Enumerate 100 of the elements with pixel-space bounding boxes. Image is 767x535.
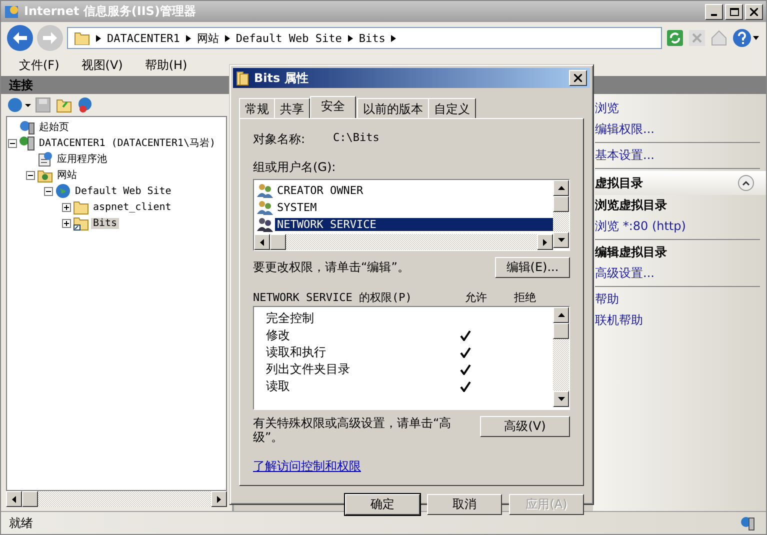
scrollbar-thumb[interactable] (553, 196, 569, 212)
vertical-scrollbar[interactable] (553, 307, 569, 407)
menu-item[interactable]: 视图(V) (81, 56, 123, 74)
breadcrumb-item[interactable]: Bits (358, 32, 386, 44)
close-button[interactable] (569, 70, 587, 86)
chevron-icon[interactable] (186, 34, 191, 42)
dialog-title: Bits 属性 (254, 70, 310, 86)
up-arrow-icon[interactable] (558, 186, 564, 190)
up-arrow-icon[interactable] (558, 313, 564, 317)
shortcut-folder-icon (73, 215, 89, 231)
globe-dropdown-icon[interactable] (7, 97, 31, 113)
action-link[interactable]: 高级设置... (595, 263, 766, 284)
collapse-toggle[interactable] (26, 170, 35, 180)
breadcrumb-item[interactable]: DATACENTER1 (107, 32, 180, 44)
action-group-title: 浏览虚拟目录 (595, 197, 668, 214)
tree-item[interactable]: Default Web Site (73, 186, 174, 196)
down-arrow-icon[interactable] (558, 397, 564, 401)
tab[interactable]: 以前的版本 (357, 98, 429, 118)
section-header[interactable]: 虚拟目录 (595, 171, 766, 195)
permission-name: 读取和执行 (266, 345, 326, 359)
right-arrow-icon[interactable] (543, 238, 547, 246)
menu-item[interactable]: 帮助(H) (144, 56, 188, 74)
action-link[interactable]: 编辑权限... (595, 119, 766, 140)
action-link[interactable]: 浏览 *:80 (http) (595, 216, 766, 237)
permission-name: 读取 (266, 379, 290, 393)
close-button[interactable] (745, 4, 763, 20)
chevron-icon[interactable] (348, 34, 353, 42)
collapse-toggle[interactable] (44, 186, 53, 196)
left-arrow-icon[interactable] (12, 496, 16, 502)
address-bar[interactable]: DATACENTER1 网站 Default Web Site Bits (67, 27, 662, 49)
chevron-icon[interactable] (96, 34, 101, 42)
chevron-icon[interactable] (224, 34, 230, 42)
panel-header: 连接 (1, 76, 232, 94)
field-label: 对象名称: (253, 131, 306, 148)
column-header: 允许 (464, 290, 488, 304)
left-arrow-icon[interactable] (260, 238, 264, 246)
tab[interactable]: 自定义 (428, 98, 476, 118)
status-text: 就绪 (9, 514, 33, 532)
tree-item[interactable]: aspnet_client (91, 202, 174, 212)
folder-icon (236, 70, 250, 86)
help-link[interactable]: 了解访问控制和权限 (253, 459, 361, 473)
permission-name: 完全控制 (266, 311, 314, 325)
advanced-button[interactable]: 高级(V) (480, 416, 570, 437)
vertical-scrollbar[interactable] (553, 180, 569, 248)
action-link[interactable]: 浏览 (595, 98, 766, 119)
scrollbar-thumb[interactable] (22, 491, 38, 507)
refresh-icon[interactable] (666, 29, 684, 47)
minimize-button[interactable] (705, 4, 723, 20)
users-icon (257, 200, 273, 215)
tree-item[interactable]: DATACENTER1 (DATACENTER1\马岩) (37, 136, 218, 150)
action-link[interactable]: 基本设置... (595, 145, 766, 166)
permission-name: 列出文件夹目录 (266, 362, 350, 376)
maximize-button[interactable] (725, 4, 743, 20)
tree-item[interactable]: Bits (91, 218, 120, 228)
user-list-item[interactable]: CREATOR OWNER (275, 184, 366, 197)
globe-icon (55, 183, 71, 199)
field-label: 组或用户名(G): (253, 159, 337, 176)
edit-button[interactable]: 编辑(E)... (495, 257, 570, 278)
maximize-icon[interactable] (730, 8, 738, 16)
action-link[interactable]: 帮助 (595, 289, 766, 310)
tab[interactable]: 安全 (310, 96, 356, 118)
breadcrumb-item[interactable]: Default Web Site (236, 32, 342, 44)
dialog-button[interactable]: 取消 (427, 494, 502, 515)
instruction-text: 要更改权限，请单击“编辑”。 (253, 259, 410, 276)
expand-toggle[interactable] (62, 202, 71, 212)
close-icon[interactable] (750, 8, 758, 16)
users-icon (257, 183, 273, 198)
users-icon (257, 217, 273, 232)
instruction-text: 有关特殊权限或高级设置，请单击“高级”。 (253, 416, 452, 444)
user-list-item[interactable]: SYSTEM (275, 201, 319, 214)
scrollbar-thumb[interactable] (270, 234, 286, 250)
action-group-title: 编辑虚拟目录 (595, 244, 668, 261)
horizontal-scrollbar[interactable] (6, 491, 227, 507)
object-name: C:\Bits (333, 131, 380, 146)
tab[interactable]: 共享 (274, 98, 310, 118)
breadcrumb-item[interactable]: 网站 (196, 30, 219, 46)
horizontal-scrollbar[interactable] (254, 234, 553, 250)
right-arrow-icon[interactable] (217, 496, 221, 502)
window-title: Internet 信息服务(IIS)管理器 (24, 3, 197, 20)
collapse-toggle[interactable] (8, 138, 17, 148)
app-pool-icon (37, 151, 53, 167)
collapse-icon[interactable] (738, 175, 754, 191)
tab[interactable]: 常规 (239, 98, 275, 118)
folder-icon[interactable] (55, 97, 73, 113)
down-arrow-icon[interactable] (558, 238, 564, 242)
expand-toggle[interactable] (62, 218, 71, 228)
chevron-icon[interactable] (391, 34, 396, 42)
tree-item[interactable]: 网站 (55, 168, 79, 182)
back-button[interactable] (7, 25, 33, 51)
help-icon[interactable] (732, 28, 760, 48)
tree-item[interactable]: 应用程序池 (55, 152, 109, 166)
dialog-button[interactable]: 确定 (345, 494, 420, 515)
menu-item[interactable]: 文件(F) (19, 56, 60, 74)
close-icon[interactable] (574, 74, 582, 82)
folder-icon (74, 31, 90, 45)
scrollbar-thumb[interactable] (553, 323, 569, 339)
action-link[interactable]: 联机帮助 (595, 310, 766, 331)
globe-server-icon (19, 119, 35, 135)
user-list-item[interactable]: NETWORK SERVICE (275, 218, 553, 231)
tree-item[interactable]: 起始页 (37, 120, 71, 134)
